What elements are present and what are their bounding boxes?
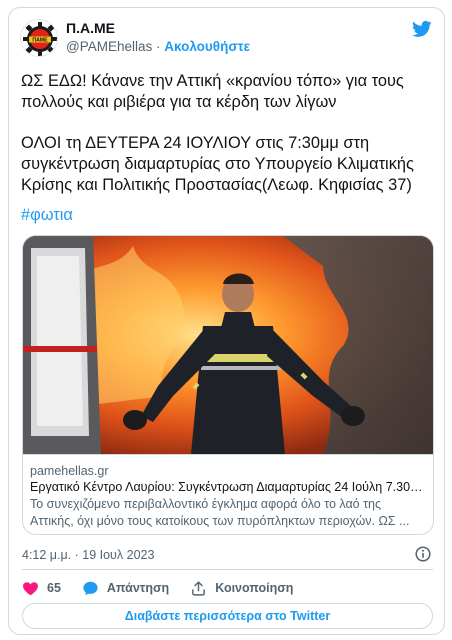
follow-button[interactable]: Ακολουθήστε — [164, 39, 250, 54]
reply-label: Απάντηση — [106, 581, 170, 595]
share-button[interactable]: Κοινοποίηση — [190, 580, 293, 597]
tweet-timestamp[interactable]: 4:12 μ.μ. · 19 Ιουλ 2023 — [22, 548, 154, 562]
handle-line: @PAMEhellas · Ακολουθήστε — [66, 39, 250, 54]
like-button[interactable]: 65 — [22, 580, 61, 597]
hashtag-link[interactable]: #φωτια — [21, 206, 73, 225]
share-upload-icon — [192, 580, 206, 596]
tweet-card: ΠΑΜΕ Π.Α.ΜΕ @PAMEhellas · Ακολουθήστε ΩΣ… — [8, 7, 445, 635]
heart-icon — [23, 581, 38, 595]
twitter-bird-icon[interactable] — [412, 19, 432, 39]
handle-separator: · — [156, 39, 161, 54]
avatar[interactable]: ΠΑΜΕ — [20, 19, 58, 57]
link-description: Το συνεχιζόμενο περιβαλλοντικό έγκλημα α… — [30, 497, 410, 528]
handle[interactable]: @PAMEhellas — [66, 39, 152, 54]
tweet-paragraph-2: ΟΛΟΙ τη ΔΕΥΤΕΡΑ 24 ΙΟΥΛΙΟΥ στις 7:30μμ σ… — [21, 134, 414, 194]
display-name[interactable]: Π.Α.ΜΕ — [66, 20, 115, 36]
action-bar: 65 Απάντηση Κοινοποίηση — [22, 577, 314, 599]
logo-text: ΠΑΜΕ — [32, 37, 48, 43]
share-label: Κοινοποίηση — [215, 581, 294, 595]
pame-logo-icon: ΠΑΜΕ — [22, 21, 57, 56]
info-icon[interactable] — [415, 546, 431, 562]
link-title: Εργατικό Κέντρο Λαυρίου: Συγκέντρωση Δια… — [30, 480, 427, 494]
divider — [22, 569, 433, 570]
firefighter-wildfire-photo — [23, 236, 433, 454]
tweet-text: ΩΣ ΕΔΩ! Κάνανε την Αττική «κρανίου τόπο»… — [21, 71, 435, 196]
link-preview-card[interactable]: pamehellas.gr Εργατικό Κέντρο Λαυρίου: Σ… — [22, 235, 434, 535]
tweet-paragraph-1: ΩΣ ΕΔΩ! Κάνανε την Αττική «κρανίου τόπο»… — [21, 72, 404, 111]
read-more-button[interactable]: Διαβάστε περισσότερα στο Twitter — [22, 603, 433, 629]
reply-button[interactable]: Απάντηση — [82, 580, 169, 597]
reply-bubble-icon — [83, 581, 98, 595]
like-count: 65 — [47, 581, 61, 595]
link-info: pamehellas.gr Εργατικό Κέντρο Λαυρίου: Σ… — [23, 454, 433, 534]
link-domain: pamehellas.gr — [30, 464, 109, 478]
